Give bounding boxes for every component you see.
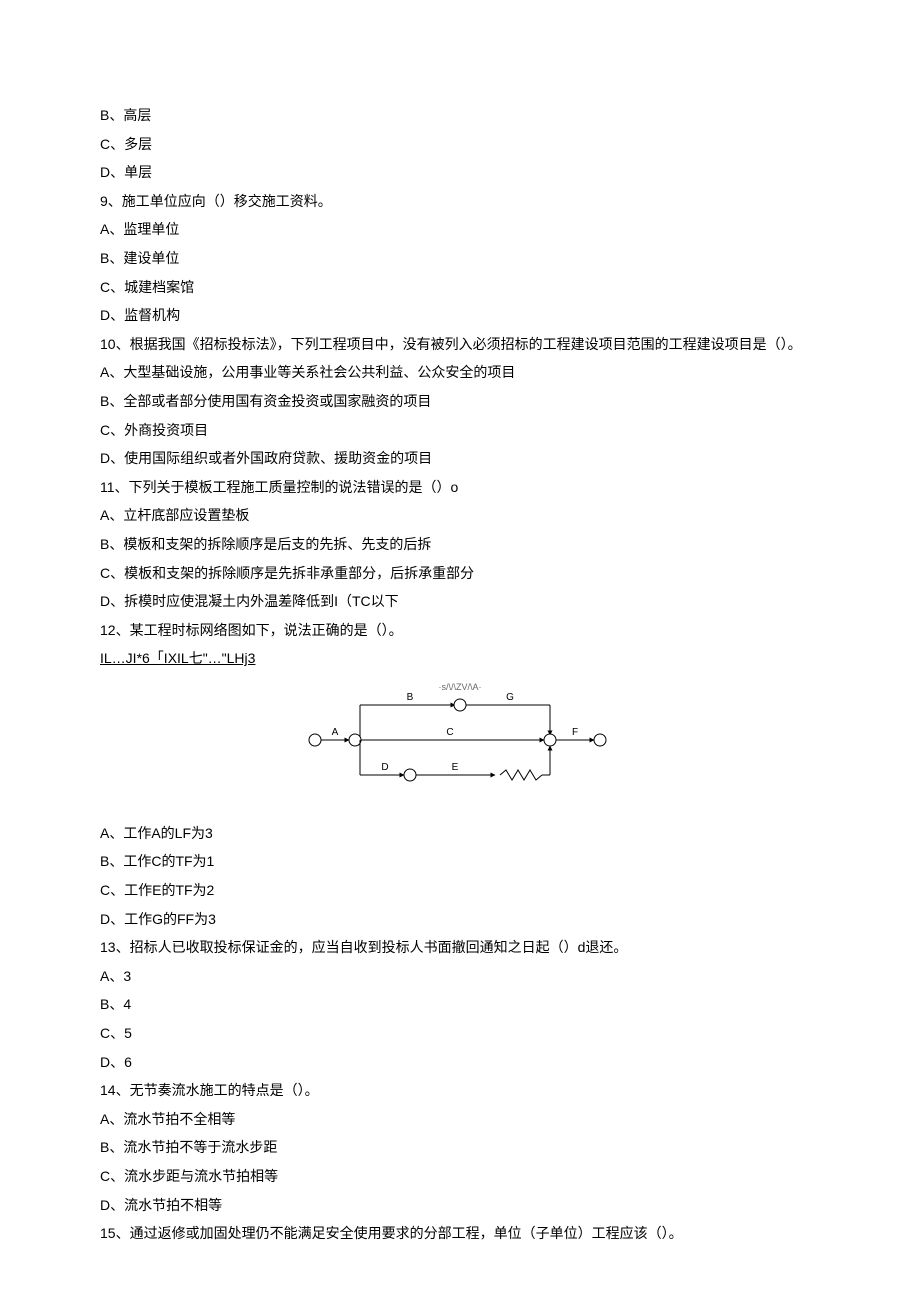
- text-line: C、工作E的TF为2: [100, 877, 820, 904]
- text-line: 15、通过返修或加固处理仍不能满足安全使用要求的分部工程，单位（子单位）工程应该…: [100, 1220, 820, 1247]
- text-line: B、流水节拍不等于流水步距: [100, 1134, 820, 1161]
- text-block-1: B、高层C、多层D、单层9、施工单位应向（）移交施工资料。A、监理单位B、建设单…: [100, 102, 820, 643]
- text-line: C、外商投资项目: [100, 417, 820, 444]
- text-line: C、模板和支架的拆除顺序是先拆非承重部分，后拆承重部分: [100, 560, 820, 587]
- text-line: D、监督机构: [100, 302, 820, 329]
- text-line: 10、根据我国《招标投标法》，下列工程项目中，没有被列入必须招标的工程建设项目范…: [100, 331, 820, 358]
- text-line: A、立杆底部应设置垫板: [100, 502, 820, 529]
- text-line: C、城建档案馆: [100, 274, 820, 301]
- text-line: B、4: [100, 991, 820, 1018]
- text-line: A、工作A的LF为3: [100, 820, 820, 847]
- text-line: 9、施工单位应向（）移交施工资料。: [100, 188, 820, 215]
- document-page: B、高层C、多层D、单层9、施工单位应向（）移交施工资料。A、监理单位B、建设单…: [0, 0, 920, 1289]
- text-line: 11、下列关于模板工程施工质量控制的说法错误的是（）o: [100, 474, 820, 501]
- text-line: D、使用国际组织或者外国政府贷款、援助资金的项目: [100, 445, 820, 472]
- text-line: A、流水节拍不全相等: [100, 1106, 820, 1133]
- text-block-2: A、工作A的LF为3B、工作C的TF为1C、工作E的TF为2D、工作G的FF为3…: [100, 820, 820, 1247]
- text-line: B、高层: [100, 102, 820, 129]
- text-line: D、工作G的FF为3: [100, 906, 820, 933]
- text-line: C、5: [100, 1020, 820, 1047]
- text-line: B、模板和支架的拆除顺序是后支的先拆、先支的后拆: [100, 531, 820, 558]
- text-line: D、单层: [100, 159, 820, 186]
- text-line: B、工作C的TF为1: [100, 848, 820, 875]
- label-a: A: [332, 727, 339, 738]
- diagram-caption: ·s/\/\ZV/\A·: [438, 682, 481, 692]
- text-line: 13、招标人已收取投标保证金的，应当自收到投标人书面撤回通知之日起（）d退还。: [100, 934, 820, 961]
- label-c: C: [446, 727, 453, 738]
- text-line: D、流水节拍不相等: [100, 1192, 820, 1219]
- text-line: 12、某工程时标网络图如下，说法正确的是（）。: [100, 617, 820, 644]
- label-g: G: [506, 692, 514, 703]
- text-line: D、6: [100, 1049, 820, 1076]
- text-line: C、多层: [100, 131, 820, 158]
- text-line: A、大型基础设施，公用事业等关系社会公共利益、公众安全的项目: [100, 359, 820, 386]
- text-line: C、流水步距与流水节拍相等: [100, 1163, 820, 1190]
- text-line: D、拆模时应使混凝土内外温差降低到I（TC以下: [100, 588, 820, 615]
- network-diagram: ·s/\/\ZV/\A· B G A C F: [300, 680, 620, 800]
- label-b: B: [407, 692, 414, 703]
- underline-text: IL…JI*6「IXIL七"…"LHj3: [100, 645, 820, 672]
- label-e: E: [452, 762, 459, 773]
- text-line: B、建设单位: [100, 245, 820, 272]
- text-line: 14、无节奏流水施工的特点是（）。: [100, 1077, 820, 1104]
- label-f: F: [572, 727, 578, 738]
- label-d: D: [381, 762, 388, 773]
- text-line: B、全部或者部分使用国有资金投资或国家融资的项目: [100, 388, 820, 415]
- text-line: A、监理单位: [100, 216, 820, 243]
- text-line: A、3: [100, 963, 820, 990]
